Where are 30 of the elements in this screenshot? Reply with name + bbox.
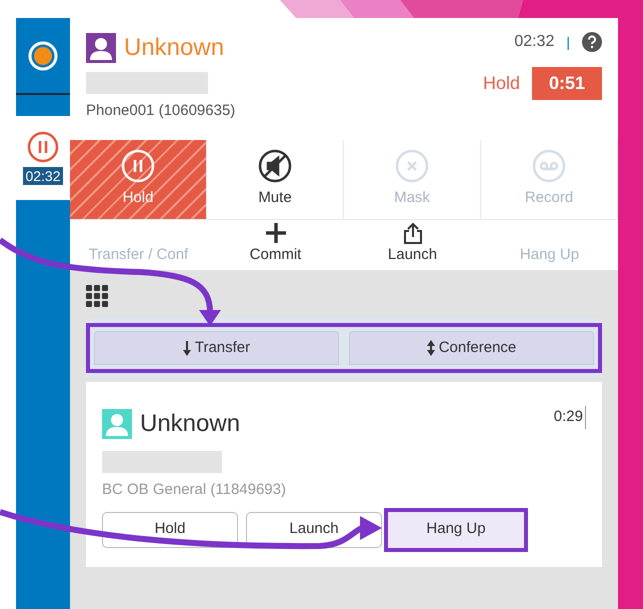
hold-timer: 0:51 bbox=[532, 67, 602, 100]
call-tab[interactable]: 02:32 bbox=[16, 116, 70, 200]
separator: | bbox=[566, 32, 570, 52]
close-icon bbox=[395, 149, 429, 184]
plus-icon bbox=[264, 222, 286, 244]
transfer-tab[interactable]: Conference bbox=[349, 331, 594, 365]
status-dot-icon bbox=[28, 40, 58, 70]
caller-name: Unknown bbox=[124, 33, 224, 63]
pause-icon bbox=[27, 131, 59, 163]
share-icon bbox=[402, 222, 424, 244]
hold-label: Hold bbox=[482, 72, 520, 95]
line-info: Phone001 (10609635) bbox=[86, 101, 236, 121]
pause-icon bbox=[121, 149, 155, 184]
down-arrow-icon bbox=[182, 340, 191, 356]
avatar-icon bbox=[86, 33, 116, 63]
call-duration: 0:29 bbox=[554, 406, 586, 428]
call-timer: 02:32 bbox=[23, 167, 63, 185]
voicemail-icon bbox=[532, 149, 566, 184]
call-duration: 02:32 bbox=[514, 32, 554, 52]
keypad-icon[interactable] bbox=[86, 285, 108, 307]
help-icon[interactable] bbox=[582, 32, 602, 52]
call-button[interactable]: Hang Up bbox=[388, 512, 524, 548]
muted-speaker-icon bbox=[258, 149, 292, 184]
avatar-icon bbox=[102, 409, 132, 439]
line-info: BC OB General (11849693) bbox=[102, 480, 287, 500]
action-button[interactable]: Hold bbox=[70, 140, 207, 220]
transfer-tab[interactable]: Transfer bbox=[94, 331, 339, 365]
action-button[interactable]: Mute bbox=[207, 140, 344, 220]
up-down-arrow-icon bbox=[426, 340, 435, 356]
caller-name: Unknown bbox=[140, 409, 240, 439]
